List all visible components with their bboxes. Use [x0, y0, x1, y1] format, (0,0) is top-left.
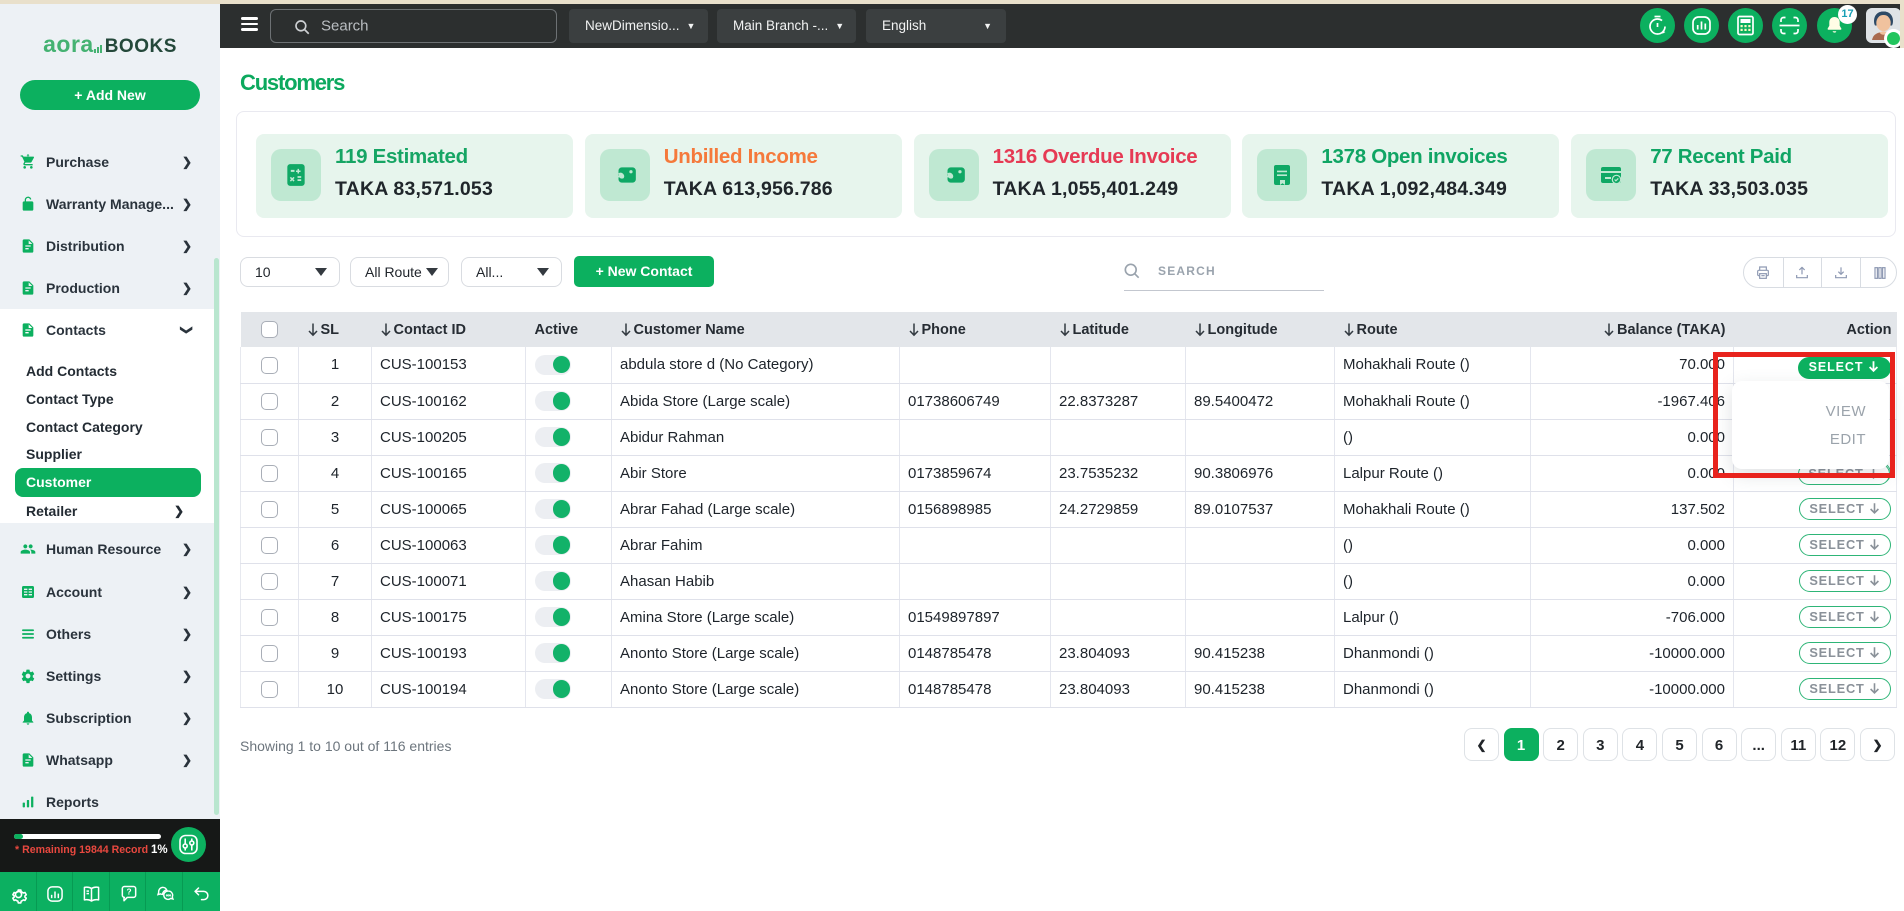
- svg-text:?: ?: [126, 887, 131, 897]
